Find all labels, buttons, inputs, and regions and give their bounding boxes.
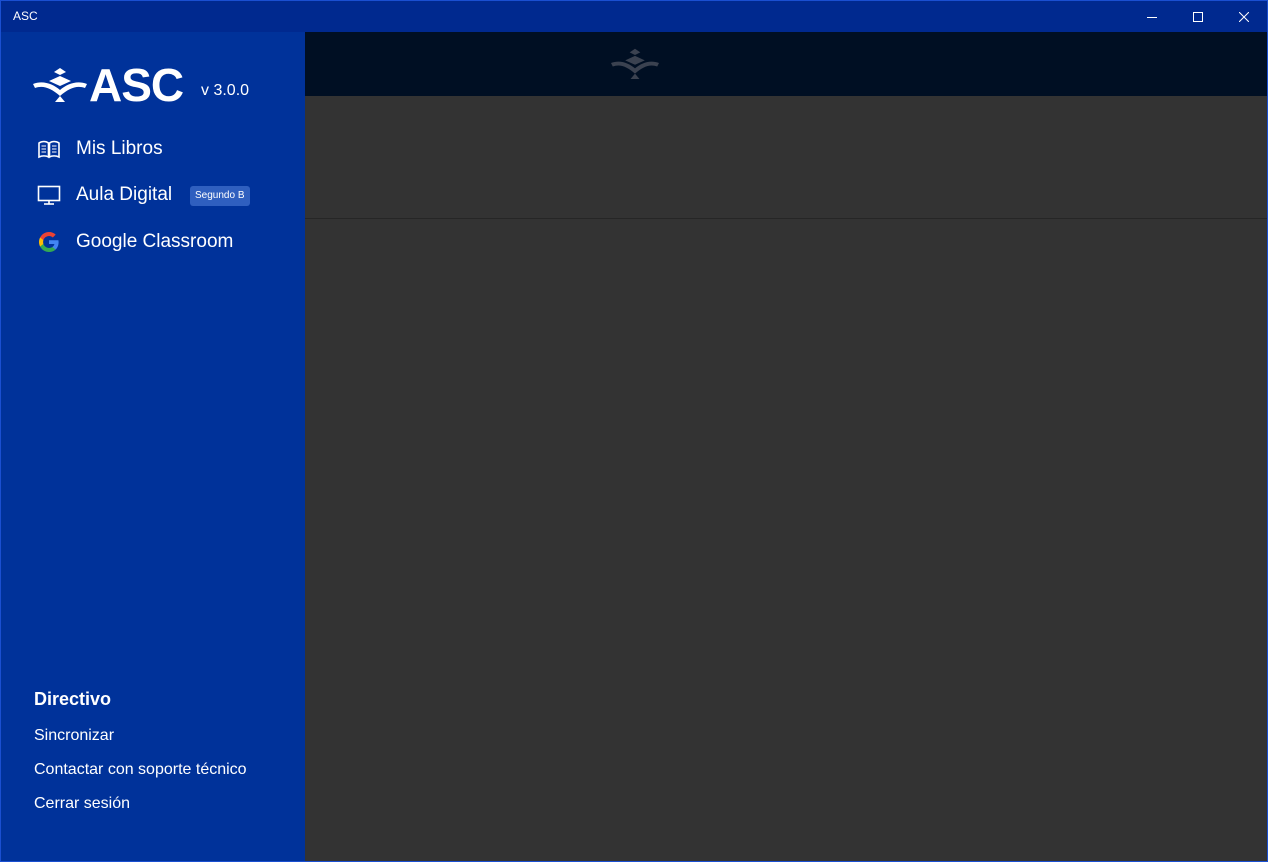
nav-label-mis-libros: Mis Libros bbox=[76, 138, 163, 159]
logo-text: ASC bbox=[89, 59, 184, 111]
nav-label-aula-digital: Aula Digital bbox=[76, 184, 173, 205]
minimize-icon bbox=[1147, 16, 1157, 18]
logout-link[interactable]: Cerrar sesión bbox=[34, 795, 130, 813]
app-version: v 3.0.0 bbox=[201, 82, 250, 99]
title-bar: ASC bbox=[1, 1, 1267, 32]
sync-link[interactable]: Sincronizar bbox=[34, 727, 114, 745]
book-icon bbox=[38, 140, 60, 159]
nav-label-google-classroom: Google Classroom bbox=[76, 231, 234, 252]
main-header bbox=[305, 32, 1267, 96]
window-title: ASC bbox=[13, 9, 38, 23]
nav-item-google-classroom[interactable]: Google Classroom bbox=[1, 222, 305, 262]
nav-item-aula-digital[interactable]: Aula Digital Segundo B bbox=[1, 175, 305, 215]
app-logo: ASC v 3.0.0 bbox=[33, 59, 273, 111]
sidebar: ASC v 3.0.0 Mis Libros Aula Digital Segu… bbox=[1, 32, 305, 861]
maximize-button[interactable] bbox=[1175, 1, 1221, 32]
close-button[interactable] bbox=[1221, 1, 1267, 32]
main-toolbar bbox=[305, 96, 1267, 219]
asc-logo-icon bbox=[33, 68, 87, 102]
asc-watermark-icon bbox=[611, 48, 659, 79]
user-role: Directivo bbox=[34, 689, 112, 709]
nav-item-mis-libros[interactable]: Mis Libros bbox=[1, 129, 305, 169]
close-icon bbox=[1239, 11, 1249, 22]
google-icon bbox=[39, 232, 59, 252]
maximize-icon bbox=[1193, 11, 1203, 22]
app-window: ASC ASC v 3.0.0 Mis Libros Aula Digital … bbox=[0, 0, 1268, 862]
monitor-icon bbox=[37, 185, 61, 205]
class-badge: Segundo B bbox=[190, 186, 250, 206]
minimize-button[interactable] bbox=[1129, 1, 1175, 32]
support-link[interactable]: Contactar con soporte técnico bbox=[34, 761, 247, 779]
main-content bbox=[305, 219, 1267, 861]
